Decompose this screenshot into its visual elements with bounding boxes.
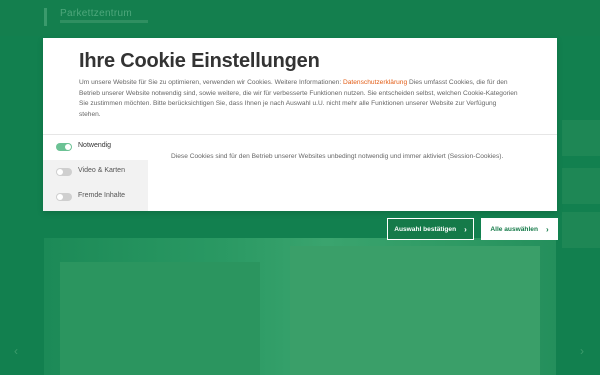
logo-tagline <box>60 20 148 23</box>
category-label: Notwendig <box>78 142 112 149</box>
privacy-policy-link[interactable]: Datenschutzerklärung <box>343 79 407 86</box>
select-all-button[interactable]: Alle auswählen › <box>481 218 558 240</box>
toggle-knob <box>65 144 71 150</box>
toggle-knob <box>57 169 63 175</box>
hero-image-detail <box>60 262 260 375</box>
side-tab <box>562 120 600 156</box>
cookie-settings-dialog: Ihre Cookie Einstellungen Um unsere Webs… <box>43 38 557 211</box>
chevron-right-icon: › <box>545 224 549 234</box>
button-label: Auswahl bestätigen <box>394 225 457 233</box>
toggle-knob <box>57 194 63 200</box>
category-item-external-content[interactable]: Fremde Inhalte <box>43 185 148 210</box>
chevron-left-icon: ‹ <box>14 344 18 358</box>
button-label: Alle auswählen <box>490 225 538 233</box>
hero-image-detail <box>290 246 540 375</box>
dialog-description: Um unsere Website für Sie zu optimieren,… <box>79 78 519 121</box>
toggle-switch[interactable] <box>56 193 72 201</box>
category-label: Video & Karten <box>78 167 125 174</box>
toggle-switch[interactable] <box>56 168 72 176</box>
category-label: Fremde Inhalte <box>78 192 126 199</box>
side-tab <box>562 168 600 204</box>
logo-mark <box>44 8 47 26</box>
cookie-category-list: Notwendig Video & Karten Fremde Inhalte <box>43 135 148 211</box>
toggle-switch[interactable] <box>56 143 72 151</box>
side-tab <box>562 212 600 248</box>
category-description: Diese Cookies sind für den Betrieb unser… <box>171 153 504 160</box>
confirm-selection-button[interactable]: Auswahl bestätigen › <box>387 218 474 240</box>
chevron-right-icon: › <box>580 344 584 358</box>
description-text: Um unsere Website für Sie zu optimieren,… <box>79 79 343 86</box>
category-item-necessary[interactable]: Notwendig <box>43 135 148 160</box>
site-logo: Parkettzentrum <box>60 8 133 19</box>
category-item-video-maps[interactable]: Video & Karten <box>43 160 148 185</box>
chevron-right-icon: › <box>464 224 467 234</box>
dialog-title: Ihre Cookie Einstellungen <box>79 50 320 72</box>
